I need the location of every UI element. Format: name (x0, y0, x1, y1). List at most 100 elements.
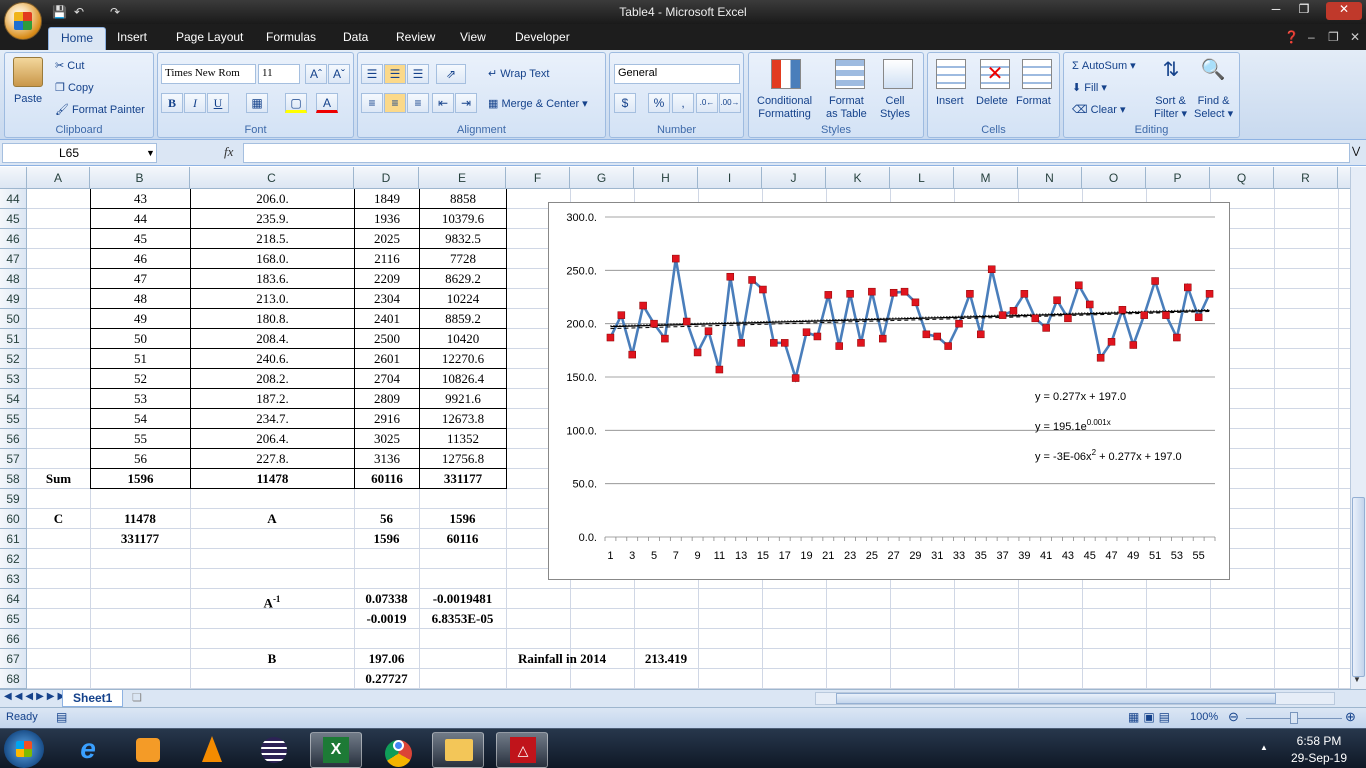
cell-d-square[interactable]: 3025 (354, 428, 420, 449)
sort-filter-button[interactable]: Sort & Filter ▾ (1154, 95, 1187, 121)
media-player-icon[interactable] (122, 732, 174, 768)
col-header-e[interactable]: E (419, 167, 506, 189)
row-header-51[interactable]: 51 (0, 329, 27, 349)
format-painter-button[interactable]: 🖌 Format Painter (55, 103, 145, 116)
increase-decimal-icon[interactable]: .0← (696, 93, 718, 113)
cell-sum-d[interactable]: 60116 (354, 468, 420, 489)
col-header-b[interactable]: B (90, 167, 190, 189)
row-header-58[interactable]: 58 (0, 469, 27, 489)
increase-indent-icon[interactable]: ⇥ (455, 93, 477, 113)
tab-page-layout[interactable]: Page Layout (176, 30, 243, 44)
col-header-o[interactable]: O (1082, 167, 1146, 189)
cell-b-index[interactable]: 49 (90, 308, 191, 329)
orientation-icon[interactable]: ⇗ (436, 64, 466, 84)
row-header-49[interactable]: 49 (0, 289, 27, 309)
conditional-formatting-button[interactable]: Conditional Formatting (757, 95, 812, 121)
number-format-select[interactable]: General (614, 64, 740, 84)
col-header-p[interactable]: P (1146, 167, 1210, 189)
cell-coef-a[interactable]: 197.06 (354, 649, 419, 669)
col-header-a[interactable]: A (27, 167, 90, 189)
cell-e-product[interactable]: 10379.6 (419, 208, 507, 229)
row-header-50[interactable]: 50 (0, 309, 27, 329)
cell-sum-b[interactable]: 1596 (90, 468, 191, 489)
clock-date[interactable]: 29-Sep-19 (1284, 751, 1354, 765)
autosum-button[interactable]: Σ AutoSum ▾ (1072, 59, 1136, 72)
cell-c-rainfall[interactable]: 218.5. (190, 228, 355, 249)
cell-e-product[interactable]: 10826.4 (419, 368, 507, 389)
tray-arrow-icon[interactable]: ▲ (1260, 743, 1268, 752)
ribbon-minimize-icon[interactable]: – (1308, 30, 1315, 44)
col-header-i[interactable]: I (698, 167, 762, 189)
cell-styles-button[interactable]: Cell Styles (880, 95, 910, 121)
row-header-46[interactable]: 46 (0, 229, 27, 249)
cell-d-square[interactable]: 2809 (354, 388, 420, 409)
cell-c-rainfall[interactable]: 227.8. (190, 448, 355, 469)
ribbon-close-icon[interactable]: ✕ (1350, 30, 1360, 44)
cell-c-rainfall[interactable]: 240.6. (190, 348, 355, 369)
tab-home[interactable]: Home (48, 27, 107, 50)
cell-matrix-c2[interactable]: 331177 (90, 529, 190, 549)
col-header-j[interactable]: J (762, 167, 826, 189)
paste-icon[interactable] (13, 57, 43, 87)
cell-c-label[interactable]: C (27, 509, 90, 529)
vertical-scroll-thumb[interactable] (1352, 497, 1365, 677)
restore-icon[interactable]: ❐ (1290, 2, 1318, 20)
cell-d-square[interactable]: 2209 (354, 268, 420, 289)
cell-matrix-a22[interactable]: 60116 (419, 529, 506, 549)
fill-button[interactable]: ⬇ Fill ▾ (1072, 81, 1107, 94)
start-button[interactable] (4, 730, 44, 768)
row-header-61[interactable]: 61 (0, 529, 27, 549)
col-header-q[interactable]: Q (1210, 167, 1274, 189)
cell-c-rainfall[interactable]: 206.4. (190, 428, 355, 449)
cell-c-rainfall[interactable]: 213.0. (190, 288, 355, 309)
cell-b-index[interactable]: 51 (90, 348, 191, 369)
cell-b-index[interactable]: 45 (90, 228, 191, 249)
chrome-icon[interactable] (372, 732, 424, 768)
align-bottom-icon[interactable]: ☰ (407, 64, 429, 84)
font-color-icon[interactable]: A (316, 93, 338, 113)
decrease-indent-icon[interactable]: ⇤ (432, 93, 454, 113)
office-button[interactable] (4, 2, 42, 40)
currency-button[interactable]: $ (614, 93, 636, 113)
row-header-56[interactable]: 56 (0, 429, 27, 449)
cell-e-product[interactable]: 8858 (419, 189, 507, 209)
cell-inv-21[interactable]: -0.0019 (354, 609, 419, 629)
row-header-59[interactable]: 59 (0, 489, 27, 509)
insert-sheet-icon[interactable]: ❏ (132, 691, 142, 704)
font-name-select[interactable]: Times New Rom (161, 64, 256, 84)
zoom-in-icon[interactable]: ⊕ (1345, 709, 1356, 725)
cell-b-index[interactable]: 43 (90, 189, 191, 209)
select-all-corner[interactable] (0, 167, 27, 189)
cell-e-product[interactable]: 12270.6 (419, 348, 507, 369)
minimize-icon[interactable]: ─ (1262, 2, 1290, 20)
pdf-reader-icon[interactable]: △ (496, 732, 548, 768)
cell-sum-e[interactable]: 331177 (419, 468, 507, 489)
row-header-48[interactable]: 48 (0, 269, 27, 289)
col-header-n[interactable]: N (1018, 167, 1082, 189)
row-header-45[interactable]: 45 (0, 209, 27, 229)
view-buttons-icon[interactable]: ▦▣▤ (1128, 710, 1174, 724)
name-box-dropdown-icon[interactable]: ▼ (146, 148, 155, 158)
cell-d-square[interactable]: 1936 (354, 208, 420, 229)
find-select-button[interactable]: Find & Select ▾ (1194, 95, 1233, 121)
row-header-54[interactable]: 54 (0, 389, 27, 409)
ribbon-restore-icon[interactable]: ❐ (1328, 30, 1339, 44)
tab-developer[interactable]: Developer (515, 30, 570, 44)
cell-c-rainfall[interactable]: 208.4. (190, 328, 355, 349)
col-header-l[interactable]: L (890, 167, 954, 189)
cell-d-square[interactable]: 2704 (354, 368, 420, 389)
cell-matrix-a11[interactable]: 56 (354, 509, 419, 529)
cut-button[interactable]: ✂ Cut (55, 59, 84, 72)
cell-d-square[interactable]: 2601 (354, 348, 420, 369)
cell-d-square[interactable]: 2401 (354, 308, 420, 329)
expand-formula-icon[interactable]: ⋁ (1352, 146, 1360, 157)
cell-b-index[interactable]: 50 (90, 328, 191, 349)
paste-button[interactable]: Paste (14, 93, 42, 105)
delete-cells-button[interactable]: Delete (976, 95, 1008, 107)
underline-button[interactable]: U (207, 93, 229, 113)
col-header-m[interactable]: M (954, 167, 1018, 189)
cell-b-label[interactable]: B (190, 649, 354, 669)
cell-c-rainfall[interactable]: 180.8. (190, 308, 355, 329)
align-middle-icon[interactable]: ☰ (384, 64, 406, 84)
excel-taskbar-icon[interactable]: X (310, 732, 362, 768)
